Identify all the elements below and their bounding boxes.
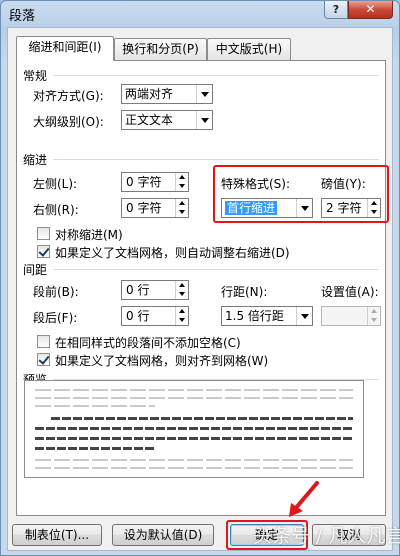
right-indent-stepper[interactable]: 0 字符 [121,198,189,218]
preview-text-line [35,437,353,440]
window-title: 段落 [9,9,36,24]
outline-level-label: 大纲级别(O): [33,115,104,129]
spin-arrows-icon[interactable] [367,307,380,325]
left-indent-value: 0 字符 [126,175,162,189]
line-spacing-label: 行距(N): [221,285,268,299]
alignment-select[interactable]: 两端对齐 [121,84,213,104]
at-label: 设置值(A): [321,285,379,299]
close-button[interactable]: ✕ [348,1,393,19]
space-before-label: 段前(B): [33,285,79,299]
line-spacing-select[interactable]: 1.5 倍行距 [221,306,313,326]
watermark: 头条号 / 凡人凡言 [253,525,400,547]
spin-arrows-icon[interactable] [175,173,188,191]
spin-arrows-icon[interactable] [175,307,188,325]
chevron-down-icon[interactable] [196,85,212,103]
dialog-body: 缩进和间距(I) 换行和分页(P) 中文版式(H) 常规 对齐方式(G): 两端… [7,27,393,551]
preview-text-line [35,427,353,430]
preview-line [35,397,353,399]
tab-indents-spacing[interactable]: 缩进和间距(I) [16,36,114,61]
space-before-value: 0 行 [126,283,150,297]
right-indent-label: 右侧(R): [33,203,79,217]
highlight-box [213,165,389,223]
preview-box [24,380,364,478]
preview-text-line [35,447,155,450]
outline-level-value: 正文文本 [125,113,174,127]
title-bar[interactable]: 段落 ? ✕ [1,1,399,25]
mirror-indents-label[interactable]: 对称缩进(M) [55,226,123,243]
chevron-down-icon[interactable] [196,111,212,129]
tab-line-page-breaks[interactable]: 换行和分页(P) [114,38,207,60]
spacing-section-label: 间距 [23,263,48,277]
auto-adjust-right-indent-label[interactable]: 如果定义了文档网格，则自动调整右缩进(D) [55,244,290,261]
left-indent-label: 左侧(L): [33,177,78,191]
no-space-same-style-label[interactable]: 在相同样式的段落间不添加空格(C) [55,334,241,351]
preview-text-line [51,417,353,420]
space-after-value: 0 行 [126,309,150,323]
at-value-stepper[interactable] [321,306,381,326]
indent-section-label: 缩进 [23,153,48,167]
space-before-stepper[interactable]: 0 行 [121,280,189,300]
auto-adjust-right-indent-checkbox[interactable] [37,245,50,258]
help-button[interactable]: ? [324,1,348,19]
line-spacing-value: 1.5 倍行距 [225,309,284,323]
mirror-indents-checkbox[interactable] [37,227,50,240]
alignment-label: 对齐方式(G): [33,89,104,103]
preview-line [35,459,353,461]
divider [53,159,379,160]
left-indent-stepper[interactable]: 0 字符 [121,172,189,192]
right-indent-value: 0 字符 [126,201,162,215]
spin-arrows-icon[interactable] [175,199,188,217]
spin-arrows-icon[interactable] [175,281,188,299]
set-as-default-button[interactable]: 设为默认值(D) [112,524,214,546]
space-after-label: 段后(F): [33,311,78,325]
snap-to-grid-label[interactable]: 如果定义了文档网格，则对齐到网格(W) [55,352,268,369]
paragraph-dialog: 段落 ? ✕ 缩进和间距(I) 换行和分页(P) 中文版式(H) 常规 对齐方式… [0,0,400,556]
divider [53,269,379,270]
red-arrow-icon [289,481,319,517]
space-after-stepper[interactable]: 0 行 [121,306,189,326]
no-space-same-style-checkbox[interactable] [37,335,50,348]
tabs-button[interactable]: 制表位(T)... [12,524,102,546]
alignment-value: 两端对齐 [125,87,174,101]
preview-line [35,405,155,407]
preview-line [35,467,353,469]
divider [53,75,379,76]
outline-level-select[interactable]: 正文文本 [121,110,213,130]
chevron-down-icon[interactable] [296,307,312,325]
preview-line [35,389,353,391]
tab-asian-typography[interactable]: 中文版式(H) [207,38,291,60]
snap-to-grid-checkbox[interactable] [37,353,50,366]
general-section-label: 常规 [23,69,48,83]
